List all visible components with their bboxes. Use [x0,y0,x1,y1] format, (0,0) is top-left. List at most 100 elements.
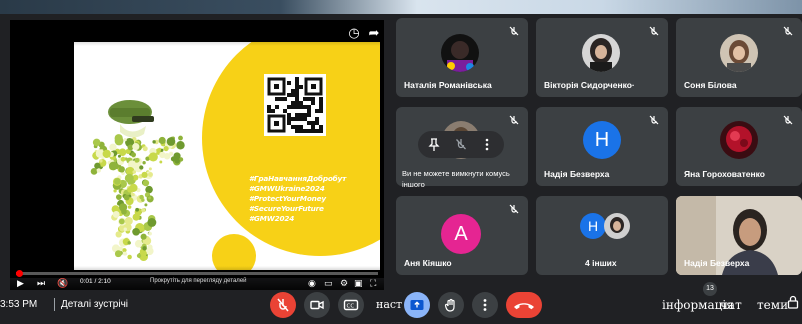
qr-cell [291,105,295,109]
qr-cell [275,97,279,101]
play-icon[interactable]: ▶ [17,277,24,289]
mic-off-icon [509,26,519,36]
autoplay-toggle-icon[interactable]: ◉ [308,277,316,289]
qr-cell [311,125,315,129]
soldier-dot [124,173,134,183]
qr-cell [287,93,291,97]
qr-cell [287,121,291,125]
qr-cell [291,125,295,129]
slide-hashtag: #ProtectYourMoney [249,194,326,203]
qr-cell [315,121,319,125]
more-options-button[interactable] [472,292,498,318]
soldier-dot [114,250,122,258]
qr-cell [319,125,323,129]
raise-hand-button[interactable] [438,292,464,318]
participant-tile[interactable]: А Аня Кіяшко [396,196,528,275]
qr-cell [295,77,299,81]
qr-cell [307,97,311,101]
qr-cell [275,105,279,109]
qr-cell [307,121,311,125]
soldier-figure-icon [108,100,154,138]
qr-code[interactable] [264,74,326,136]
mic-toggle-button[interactable] [270,292,296,318]
qr-cell [307,113,311,117]
participant-name: Наталія Романівська [404,80,492,90]
participant-tile[interactable]: Вікторія Сидорченко· [536,18,668,97]
soldier-dot [142,161,146,165]
settings-label[interactable]: наст [376,298,402,311]
mic-off-icon [783,115,793,125]
people-count-badge: 13 [703,282,717,296]
pin-icon[interactable] [428,138,440,151]
soldier-dot [120,156,126,162]
soldier-dot [132,143,140,151]
soldier-dot [102,149,111,158]
host-controls-lock-icon[interactable] [787,295,799,309]
settings-icon[interactable]: ⚙ [340,277,348,289]
soldier-dot [96,168,101,173]
topics-label[interactable]: теми [757,298,788,312]
more-options-icon[interactable] [484,138,490,151]
participant-name: Аня Кіяшко [404,258,452,268]
soldier-dot [118,218,125,225]
participant-tile[interactable]: Яна Гороховатенко [676,107,802,186]
participant-tile[interactable]: Наталія Романівська [396,18,528,97]
soldier-dot [122,248,127,253]
soldier-dot [90,167,98,175]
participant-tile-video[interactable]: Надія Безверха [676,196,802,275]
soldier-dot [134,239,143,248]
volume-icon[interactable]: 🔇 [57,277,68,289]
soldier-dot [176,141,185,150]
soldier-dot [92,138,101,147]
clock-icon[interactable]: ◷ [346,25,362,41]
soldier-dot [99,159,103,163]
captions-button[interactable]: CC [338,292,364,318]
soldier-dot [127,241,131,245]
captions-icon[interactable]: ▭ [324,277,333,289]
progress-bar[interactable] [15,270,378,277]
qr-cell [303,129,307,133]
qr-cell [295,85,299,89]
mic-off-icon [649,26,659,36]
slide-hashtag: #GMW2024 [249,214,295,223]
progress-handle[interactable] [15,270,23,277]
qr-cell [283,109,287,113]
present-screen-button[interactable] [404,292,430,318]
participant-tile-others[interactable]: Н 4 інших [536,196,668,275]
soldier-dot [169,151,174,156]
slide-graphics [90,42,380,270]
share-icon[interactable]: ➦ [366,25,382,41]
qr-cell [267,109,271,113]
soldier-dot [159,151,166,159]
qr-cell [299,117,303,121]
svg-text:CC: CC [347,304,355,310]
soldier-dot [121,208,127,215]
participant-tile[interactable]: Соня Білова [676,18,802,97]
qr-cell [307,105,311,109]
participant-name: Яна Гороховатенко [684,169,765,179]
video-player[interactable]: ◷ ➦ #ГраНавчанняДобробут #GMWUkraine2024… [10,20,384,290]
youtube-icon[interactable]: ▣ [354,277,363,289]
qr-cell [299,125,303,129]
next-icon[interactable]: ⏭ [37,277,45,289]
meeting-details-button[interactable]: Деталі зустрічі [61,299,128,310]
qr-cell [299,105,303,109]
qr-cell [287,105,291,109]
camera-toggle-button[interactable] [304,292,330,318]
mic-off-icon [509,115,519,125]
chat-label[interactable]: чат [720,298,742,312]
mic-off-icon [783,26,793,36]
presentation-area: ◷ ➦ #ГраНавчанняДобробут #GMWUkraine2024… [0,14,387,290]
qr-cell [295,105,299,109]
avatar [441,34,479,72]
participant-tile[interactable]: Н Надія Безверха [536,107,668,186]
qr-cell [267,105,271,109]
leave-call-button[interactable] [506,292,542,318]
soldier-dot [136,253,142,258]
mute-participant-icon[interactable] [455,138,467,151]
soldier-dot [148,231,152,236]
avatar [720,121,758,159]
soldier-dot [148,152,158,162]
fullscreen-icon[interactable]: ⛶ [370,277,376,289]
qr-cell [319,97,323,101]
